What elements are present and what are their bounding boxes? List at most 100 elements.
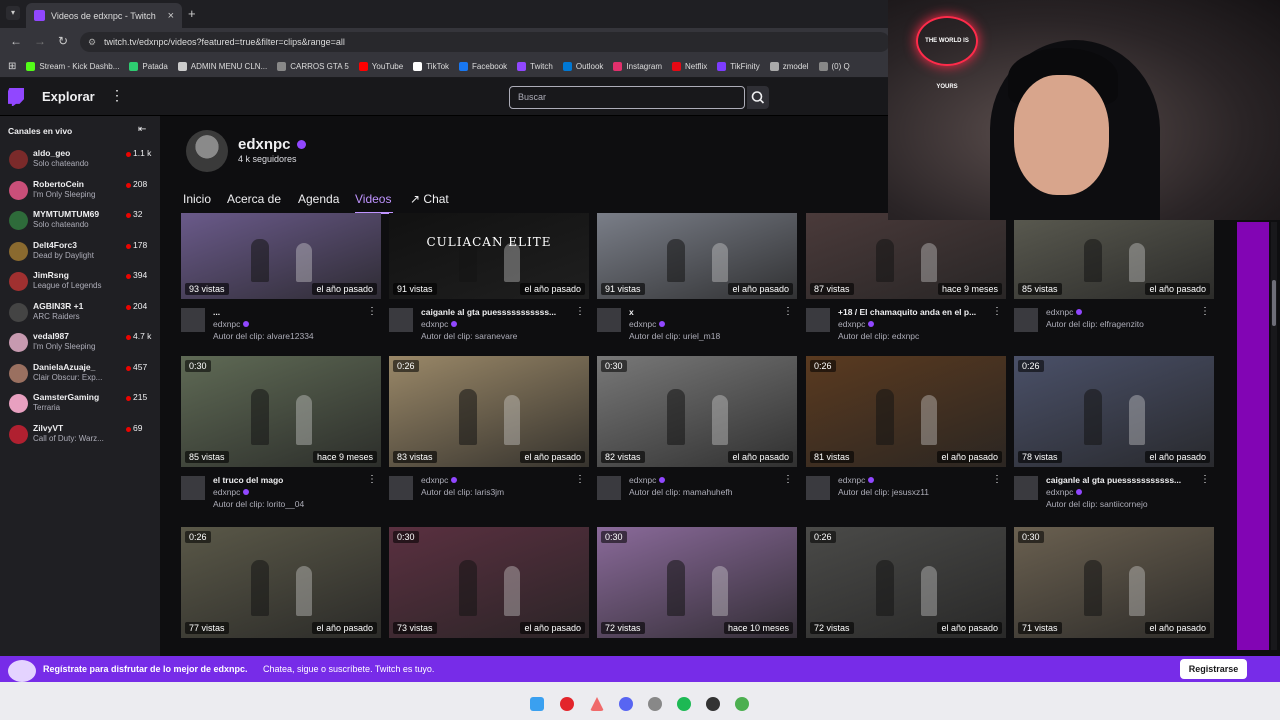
explore-link[interactable]: Explorar	[42, 89, 95, 104]
clip-thumbnail[interactable]: 87 vistas hace 9 meses	[806, 213, 1006, 299]
tab-videos[interactable]: Videos	[355, 192, 391, 206]
forward-icon[interactable]: →	[34, 34, 46, 48]
clip-thumbnail[interactable]: 85 vistas el año pasado	[1014, 213, 1214, 299]
bookmark-item[interactable]: Instagram	[613, 62, 662, 71]
tab-agenda[interactable]: Agenda	[298, 192, 339, 206]
tab-acerca-de[interactable]: Acerca de	[227, 192, 281, 206]
bookmark-item[interactable]: Facebook	[459, 62, 507, 71]
back-icon[interactable]: ←	[10, 34, 22, 48]
bookmark-item[interactable]: ADMIN MENU CLN...	[177, 62, 267, 71]
sidebar-channel-item[interactable]: GamsterGaming Terraria 215	[0, 389, 160, 420]
clip-channel[interactable]: edxnpc	[629, 319, 666, 329]
clip-title[interactable]: el truco del mago	[213, 475, 363, 485]
opera-icon[interactable]	[560, 697, 574, 711]
clip-more-icon[interactable]: ⋮	[367, 474, 377, 485]
clip-thumbnail[interactable]: 0:26 78 vistas el año pasado	[1014, 356, 1214, 467]
site-info-icon[interactable]: ⚙	[88, 32, 96, 52]
clip-channel-avatar[interactable]	[597, 308, 621, 332]
tab-list-button[interactable]: ▾	[6, 6, 20, 20]
clip-channel-avatar[interactable]	[181, 308, 205, 332]
sidebar-channel-item[interactable]: DanielaAzuaje_ Clair Obscur: Exp... 457	[0, 359, 160, 390]
new-tab-icon[interactable]: +	[188, 6, 196, 21]
collapse-sidebar-icon[interactable]: ⇤	[138, 124, 146, 135]
clip-channel[interactable]: edxnpc	[421, 475, 458, 485]
scrollbar-thumb[interactable]	[1272, 280, 1276, 326]
channel-name[interactable]: edxnpc	[238, 136, 291, 153]
clip-channel-avatar[interactable]	[806, 476, 830, 500]
clip-title[interactable]: caiganle al gta puesssssssssss...	[421, 307, 571, 317]
bookmark-item[interactable]: Netflix	[672, 62, 707, 71]
sidebar-channel-item[interactable]: JimRsng League of Legends 394	[0, 267, 160, 298]
sidebar-channel-item[interactable]: aldo_geo Solo chateando 1.1 k	[0, 145, 160, 176]
clip-thumbnail[interactable]: CULIACAN ELITE 91 vistas el año pasado	[389, 213, 589, 299]
clip-channel[interactable]: edxnpc	[213, 319, 250, 329]
clip-channel[interactable]: edxnpc	[1046, 487, 1083, 497]
sidebar-channel-item[interactable]: MYMTUMTUM69 Solo chateando 32	[0, 206, 160, 237]
clip-thumbnail[interactable]: 91 vistas el año pasado	[597, 213, 797, 299]
clip-title[interactable]: ...	[213, 307, 363, 317]
sidebar-channel-item[interactable]: Delt4Forc3 Dead by Daylight 178	[0, 237, 160, 268]
reload-icon[interactable]: ↻	[58, 34, 68, 48]
apps-grid-icon[interactable]: ⊞	[8, 61, 16, 72]
obs-icon[interactable]	[706, 697, 720, 711]
bookmark-item[interactable]: TikFinity	[717, 62, 760, 71]
clip-title[interactable]: x	[629, 307, 779, 317]
browser-tab[interactable]: Videos de edxnpc - Twitch ×	[26, 3, 182, 28]
clip-more-icon[interactable]: ⋮	[783, 306, 793, 317]
close-tab-icon[interactable]: ×	[168, 10, 174, 22]
settings-gear-icon[interactable]	[648, 697, 662, 711]
bookmark-item[interactable]: CARROS GTA 5	[277, 62, 349, 71]
clip-channel-avatar[interactable]	[389, 308, 413, 332]
clip-channel[interactable]: edxnpc	[629, 475, 666, 485]
bookmark-item[interactable]: Outlook	[562, 62, 603, 71]
clip-channel[interactable]: edxnpc	[213, 487, 250, 497]
spotify-icon[interactable]	[677, 697, 691, 711]
clip-more-icon[interactable]: ⋮	[1200, 474, 1210, 485]
clip-channel-avatar[interactable]	[389, 476, 413, 500]
more-options-icon[interactable]: ⋮	[110, 87, 124, 104]
clip-title[interactable]: +18 / El chamaquito anda en el p...	[838, 307, 988, 317]
register-button[interactable]: Registrarse	[1180, 659, 1247, 679]
bookmark-item[interactable]: Twitch	[517, 62, 553, 71]
clip-more-icon[interactable]: ⋮	[367, 306, 377, 317]
sidebar-channel-item[interactable]: vedal987 I'm Only Sleeping 4.7 k	[0, 328, 160, 359]
clip-channel-avatar[interactable]	[1014, 308, 1038, 332]
clip-more-icon[interactable]: ⋮	[783, 474, 793, 485]
clip-channel-avatar[interactable]	[806, 308, 830, 332]
bookmark-item[interactable]: Stream - Kick Dashb...	[26, 62, 119, 71]
search-button[interactable]	[747, 86, 769, 109]
bookmark-item[interactable]: YouTube	[358, 62, 403, 71]
bookmark-item[interactable]: zmodel	[769, 62, 809, 71]
chrome-icon[interactable]	[735, 697, 749, 711]
clip-more-icon[interactable]: ⋮	[1200, 306, 1210, 317]
clip-channel[interactable]: edxnpc	[838, 475, 875, 485]
tab-inicio[interactable]: Inicio	[183, 192, 211, 206]
sidebar-channel-item[interactable]: ZilvyVT Call of Duty: Warz... 69	[0, 420, 160, 451]
clip-thumbnail[interactable]: 0:26 72 vistas el año pasado	[806, 527, 1006, 638]
clip-thumbnail[interactable]: 0:30 71 vistas el año pasado	[1014, 527, 1214, 638]
url-field[interactable]: ⚙ twitch.tv/edxnpc/videos?featured=true&…	[80, 32, 890, 52]
clip-thumbnail[interactable]: 0:26 81 vistas el año pasado	[806, 356, 1006, 467]
clip-thumbnail[interactable]: 0:30 73 vistas el año pasado	[389, 527, 589, 638]
clip-thumbnail[interactable]: 0:30 72 vistas hace 10 meses	[597, 527, 797, 638]
discord-icon[interactable]	[619, 697, 633, 711]
windows-start-icon[interactable]	[530, 697, 544, 711]
clip-more-icon[interactable]: ⋮	[575, 474, 585, 485]
clip-title[interactable]: caiganle al gta puesssssssssss...	[1046, 475, 1196, 485]
clip-thumbnail[interactable]: 0:30 85 vistas hace 9 meses	[181, 356, 381, 467]
clip-thumbnail[interactable]: 93 vistas el año pasado	[181, 213, 381, 299]
clip-thumbnail[interactable]: 0:30 82 vistas el año pasado	[597, 356, 797, 467]
bookmark-item[interactable]: Patada	[129, 62, 168, 71]
clip-channel-avatar[interactable]	[1014, 476, 1038, 500]
clip-more-icon[interactable]: ⋮	[992, 306, 1002, 317]
clip-channel[interactable]: edxnpc	[421, 319, 458, 329]
clip-channel[interactable]: edxnpc	[1046, 307, 1083, 317]
clip-more-icon[interactable]: ⋮	[575, 306, 585, 317]
bookmark-item[interactable]: TikTok	[413, 62, 449, 71]
clip-thumbnail[interactable]: 0:26 83 vistas el año pasado	[389, 356, 589, 467]
clip-channel[interactable]: edxnpc	[838, 319, 875, 329]
clip-more-icon[interactable]: ⋮	[992, 474, 1002, 485]
bookmark-item[interactable]: (0) Q	[818, 62, 850, 71]
tab-chat[interactable]: ↗ Chat	[410, 192, 449, 206]
sidebar-channel-item[interactable]: RobertoCein I'm Only Sleeping 208	[0, 176, 160, 207]
